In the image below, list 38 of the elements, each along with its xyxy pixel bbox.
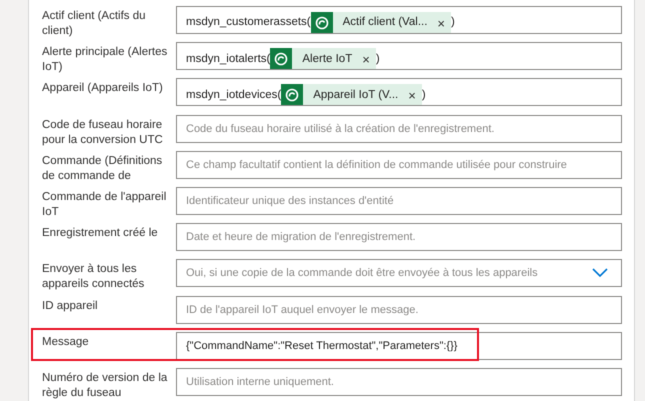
lookup-prefix: msdyn_customerassets( (186, 15, 311, 30)
remove-button[interactable]: × (437, 16, 446, 30)
lookup-prefix: msdyn_iotdevices( (186, 88, 282, 103)
field-label: Alerte principale (Alertes IoT) (42, 45, 168, 76)
field-label: Message (42, 334, 90, 350)
input-field[interactable]: Utilisation interne uniquement. (176, 368, 622, 396)
input-field[interactable]: {"CommandName":"Reset Thermostat","Parameters":{}} (176, 332, 622, 360)
remove-button[interactable]: × (408, 88, 416, 102)
lookup-prefix: msdyn_iotalerts( (186, 52, 270, 67)
input-field[interactable]: ID de l'appareil IoT auquel envoyer le message. (176, 296, 622, 324)
entity-icon (281, 84, 304, 106)
tag-label: Actif client (Val... (342, 15, 428, 30)
chevron-down-icon[interactable] (592, 268, 608, 278)
input-field[interactable]: Code du fuseau horaire utilisé à la création de l'enregistrement. (176, 114, 622, 143)
remove-button[interactable]: × (362, 52, 370, 66)
entity-icon (270, 48, 292, 70)
field-label: Commande (Définitions de commande de (42, 154, 164, 184)
dropdown-field[interactable]: Oui, si une copie de la commande doit être envoyée à tous les appareils (176, 259, 622, 288)
lookup-field[interactable]: msdyn_iotdevices( Appareil IoT (V... × ) (176, 78, 622, 106)
entity-icon (310, 12, 333, 33)
input-field[interactable]: Date et heure de migration de l'enregistrement. (176, 223, 622, 252)
input-field[interactable]: Identificateur unique des instances d'entité (176, 186, 622, 215)
lookup-suffix: ) (422, 88, 426, 103)
lookup-suffix: ) (451, 15, 455, 30)
field-label: Appareil (Appareils IoT) (42, 81, 164, 96)
field-label: Envoyer à tous les appareils connectés (42, 262, 146, 292)
field-label: Numéro de version de la règle du fuseau (42, 370, 168, 401)
lookup-suffix: ) (376, 52, 380, 67)
field-label: Code de fuseau horaire pour la conversion UTC (42, 118, 164, 148)
field-label: ID appareil (42, 298, 99, 314)
lookup-field[interactable]: msdyn_customerassets( Actif client (Val... × ) (176, 6, 622, 34)
tag-label: Alerte IoT (302, 52, 352, 67)
lookup-field[interactable]: msdyn_iotalerts( Alerte IoT × ) (176, 42, 622, 70)
tag-label: Appareil IoT (V... (313, 88, 398, 103)
field-label: Actif client (Actifs du client) (42, 9, 147, 39)
input-field[interactable]: Ce champ facultatif contient la définition de commande utilisée pour construire (176, 150, 622, 179)
field-label: Enregistrement créé le (42, 226, 159, 242)
field-label: Commande de l'appareil IoT (42, 190, 168, 220)
